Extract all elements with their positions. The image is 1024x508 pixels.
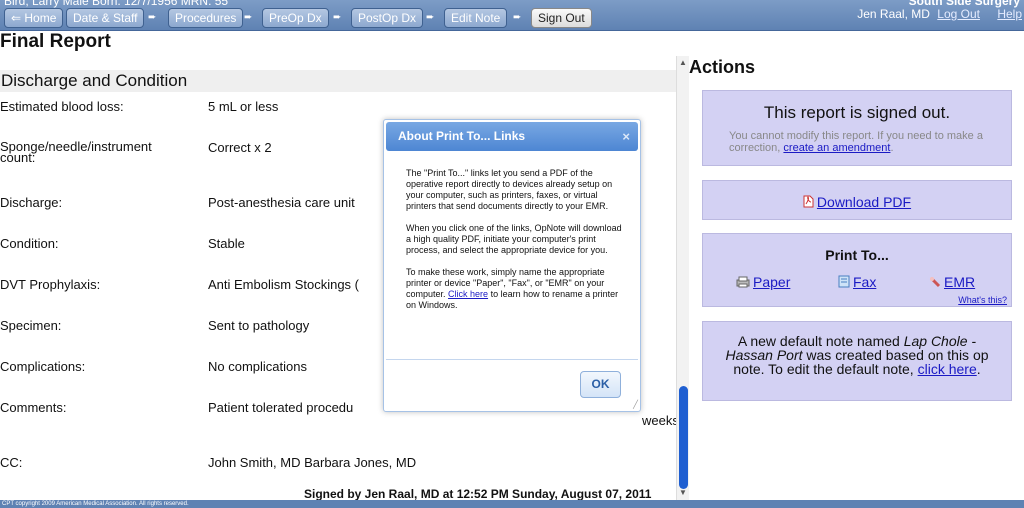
copyright-footer: CPT copyright 2009 American Medical Asso… (0, 500, 1024, 508)
ok-button[interactable]: OK (580, 371, 621, 398)
arrow-icon: ➨ (244, 12, 253, 23)
arrow-icon: ➨ (426, 12, 435, 23)
print-to-panel: Print To... Paper Fax EMR What's this? (702, 233, 1012, 307)
signed-out-heading: This report is signed out. (763, 103, 951, 122)
actions-heading: Actions (689, 57, 756, 77)
emr-icon (929, 276, 941, 291)
pdf-icon (803, 195, 814, 211)
logout-link[interactable]: Log Out (937, 7, 980, 21)
print-paper-item[interactable]: Paper (736, 274, 790, 291)
user-box: Jen Raal, MD Log Out Help (857, 7, 1022, 21)
rename-printer-link[interactable]: Click here (448, 289, 488, 299)
fax-icon (838, 275, 850, 291)
click-here-link[interactable]: click here (918, 361, 977, 377)
scroll-up-icon[interactable]: ▲ (679, 58, 687, 67)
dialog-title: About Print To... Links (398, 129, 526, 143)
note-end: . (976, 361, 981, 377)
row-label: Specimen: (0, 318, 62, 333)
close-icon[interactable]: × (622, 122, 630, 151)
download-pdf-link[interactable]: Download PDF (817, 194, 911, 210)
download-panel: Download PDF (702, 180, 1012, 220)
date-staff-button[interactable]: Date & Staff (66, 8, 145, 28)
default-note-panel: A new default note named Lap Chole - Has… (702, 321, 1012, 401)
create-amendment-link[interactable]: create an amendment (783, 142, 890, 154)
print-fax-item[interactable]: Fax (838, 274, 876, 291)
home-button[interactable]: ⇐ Home (4, 8, 64, 28)
user-name: Jen Raal, MD (857, 7, 930, 21)
period: . (890, 142, 894, 154)
top-bar: Bird, Larry Male Born: 12/7/1956 MRN: 55… (0, 0, 1024, 31)
row-value: 5 mL or less (208, 99, 279, 114)
signed-out-panel: This report is signed out. You cannot mo… (702, 90, 1012, 166)
procedures-button[interactable]: Procedures (168, 8, 244, 28)
print-emr-link[interactable]: EMR (944, 274, 975, 290)
section-heading: Discharge and Condition (0, 70, 676, 92)
dialog-divider (386, 359, 638, 360)
signed-out-text: You cannot modify this report. If you ne… (729, 130, 985, 154)
preop-dx-button[interactable]: PreOp Dx (262, 8, 329, 28)
signed-by-text: Signed by Jen Raal, MD at 12:52 PM Sunda… (304, 487, 652, 501)
print-paper-link[interactable]: Paper (753, 274, 790, 290)
sign-out-button[interactable]: Sign Out (531, 8, 592, 28)
printer-icon (736, 276, 750, 291)
row-label: CC: (0, 455, 23, 470)
row-label: DVT Prophylaxis: (0, 277, 101, 292)
page-title: Final Report (0, 31, 111, 52)
patient-info: Bird, Larry Male Born: 12/7/1956 MRN: 55 (4, 0, 229, 8)
row-label: Estimated blood loss: (0, 99, 124, 114)
dialog-header[interactable]: About Print To... Links × (386, 122, 638, 151)
scrollbar[interactable]: ▲ ▼ (676, 56, 689, 500)
row-label: Sponge/needle/instrument count: (0, 139, 152, 165)
dialog-paragraph: The "Print To..." links let you send a P… (406, 168, 613, 211)
arrow-icon: ➨ (513, 12, 522, 23)
help-link[interactable]: Help (997, 7, 1022, 21)
print-fax-link[interactable]: Fax (853, 274, 876, 290)
edit-note-button[interactable]: Edit Note (444, 8, 508, 28)
row-label: Comments: (0, 400, 67, 415)
print-emr-item[interactable]: EMR (929, 274, 975, 291)
postop-dx-button[interactable]: PostOp Dx (351, 8, 424, 28)
dialog-paragraph: To make these work, simply name the appr… (406, 267, 624, 311)
dialog-paragraph: When you click one of the links, OpNote … (406, 223, 622, 255)
resize-grip-icon[interactable]: ╱ (633, 400, 638, 409)
row-label: Condition: (0, 236, 59, 251)
dialog-body: The "Print To..." links let you send a P… (406, 168, 624, 322)
arrow-icon: ➨ (148, 12, 157, 23)
whats-this-link[interactable]: What's this? (958, 295, 1007, 305)
row-label: Discharge: (0, 195, 63, 210)
print-to-info-dialog: About Print To... Links × The "Print To.… (383, 119, 641, 412)
row-label: Complications: (0, 359, 86, 374)
print-to-heading: Print To... (825, 247, 889, 263)
scroll-down-icon[interactable]: ▼ (679, 488, 687, 497)
arrow-icon: ➨ (333, 12, 342, 23)
row-value: John Smith, MD Barbara Jones, MD (208, 455, 417, 470)
scrollbar-thumb[interactable] (679, 386, 688, 489)
